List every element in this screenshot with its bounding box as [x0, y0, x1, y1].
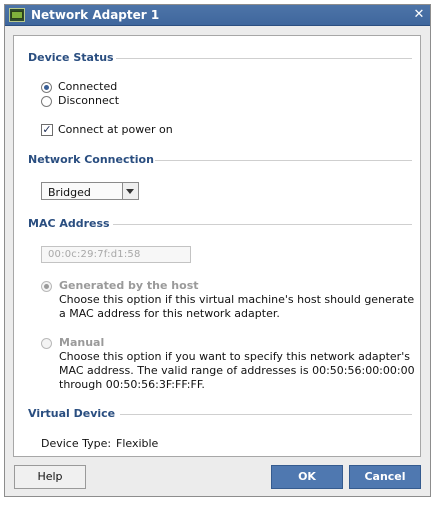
device-type-value: Flexible — [116, 437, 159, 450]
section-divider — [155, 160, 412, 161]
manual-desc-line-2: MAC address. The valid range of addresse… — [59, 364, 415, 377]
network-adapter-icon — [9, 8, 25, 22]
dialog-window: Network Adapter 1 ✕ Device Status Connec… — [4, 4, 431, 497]
manual-desc-line-1: Choose this option if you want to specif… — [59, 350, 410, 363]
title-bar[interactable]: Network Adapter 1 ✕ — [5, 5, 430, 26]
section-title-mac-address: MAC Address — [28, 217, 110, 230]
window-title: Network Adapter 1 — [31, 8, 160, 22]
settings-panel: Device Status Connected Disconnect ✓ Con… — [13, 35, 421, 457]
generated-by-host-radio — [41, 281, 52, 292]
generated-by-host-label: Generated by the host — [59, 279, 199, 292]
manual-radio — [41, 338, 52, 349]
network-connection-select[interactable]: Bridged — [41, 182, 139, 200]
chevron-down-icon[interactable] — [122, 183, 138, 199]
disconnect-radio[interactable] — [41, 96, 52, 107]
section-divider — [116, 58, 412, 59]
manual-desc-line-3: through 00:50:56:3F:FF:FF. — [59, 378, 205, 391]
cancel-button[interactable]: Cancel — [349, 465, 421, 489]
close-icon[interactable]: ✕ — [412, 8, 426, 22]
connect-at-power-on-checkbox[interactable]: ✓ — [41, 124, 53, 136]
section-title-virtual-device: Virtual Device — [28, 407, 116, 420]
manual-label: Manual — [59, 336, 105, 349]
section-divider — [113, 224, 412, 225]
connect-at-power-on-label[interactable]: Connect at power on — [58, 123, 173, 136]
disconnect-label[interactable]: Disconnect — [58, 94, 119, 107]
ok-button[interactable]: OK — [271, 465, 343, 489]
connected-radio[interactable] — [41, 82, 52, 93]
generated-desc-line-1: Choose this option if this virtual machi… — [59, 293, 415, 306]
network-connection-value: Bridged — [48, 186, 91, 199]
help-button[interactable]: Help — [14, 465, 86, 489]
mac-address-field: 00:0c:29:7f:d1:58 — [41, 246, 191, 263]
device-type-label: Device Type: — [41, 437, 112, 450]
section-title-network-connection: Network Connection — [28, 153, 154, 166]
generated-desc-line-2: a MAC address for this network adapter. — [59, 307, 280, 320]
connected-label[interactable]: Connected — [58, 80, 117, 93]
section-divider — [120, 414, 412, 415]
section-title-device-status: Device Status — [28, 51, 114, 64]
